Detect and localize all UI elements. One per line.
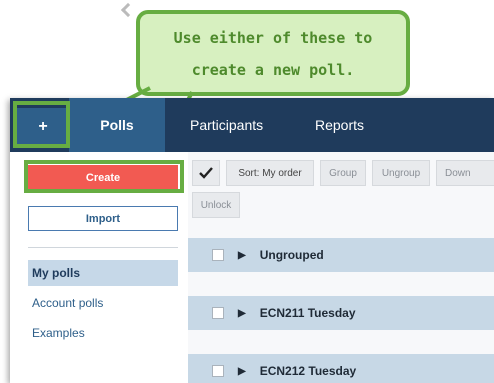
group-row-ecn211[interactable]: ▶ ECN211 Tuesday	[188, 296, 494, 330]
checkmark-icon	[199, 167, 213, 179]
group-button[interactable]: Group	[320, 160, 366, 186]
sort-button[interactable]: Sort: My order	[226, 160, 314, 186]
row-checkbox[interactable]	[212, 307, 224, 319]
tab-participants[interactable]: Participants	[190, 98, 263, 152]
tab-reports[interactable]: Reports	[315, 98, 364, 152]
group-row-ungrouped[interactable]: ▶ Ungrouped	[188, 238, 494, 272]
expand-caret-icon[interactable]: ▶	[238, 250, 246, 261]
top-navigation: + Polls Participants Reports	[10, 98, 494, 152]
unlock-button[interactable]: Unlock	[192, 192, 240, 218]
sidebar-item-examples[interactable]: Examples	[28, 320, 178, 346]
select-all-button[interactable]	[192, 160, 220, 186]
poll-list-panel: Sort: My order Group Ungroup Down Unlock…	[188, 152, 494, 383]
group-label: Ungrouped	[259, 248, 324, 262]
import-button[interactable]: Import	[28, 206, 178, 231]
group-row-ecn212[interactable]: ▶ ECN212 Tuesday	[188, 354, 494, 383]
group-label: ECN212 Tuesday	[259, 364, 357, 378]
sidebar-divider	[28, 247, 178, 248]
expand-caret-icon[interactable]: ▶	[238, 366, 246, 377]
sidebar-item-my-polls[interactable]: My polls	[28, 260, 178, 286]
move-down-button[interactable]: Down	[436, 160, 494, 186]
row-checkbox[interactable]	[212, 249, 224, 261]
callout-line-1: Use either of these to	[173, 29, 373, 47]
app-window: + Polls Participants Reports Create Impo…	[10, 98, 494, 383]
ungroup-button[interactable]: Ungroup	[372, 160, 430, 186]
group-label: ECN211 Tuesday	[259, 306, 356, 320]
instruction-callout: Use either of these to create a new poll…	[136, 10, 410, 96]
row-checkbox[interactable]	[212, 365, 224, 377]
sidebar-item-account-polls[interactable]: Account polls	[28, 290, 178, 316]
callout-line-2: create a new poll.	[191, 61, 355, 79]
highlight-create-button	[24, 160, 184, 193]
highlight-add-button	[13, 101, 70, 148]
window-corner-mark	[120, 2, 136, 18]
tab-polls[interactable]: Polls	[69, 98, 165, 152]
expand-caret-icon[interactable]: ▶	[238, 308, 246, 319]
